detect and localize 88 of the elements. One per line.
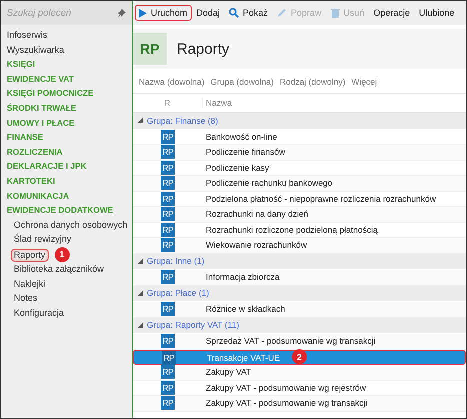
report-name: Podliczenie kasy	[205, 162, 270, 173]
expand-triangle-icon[interactable]	[138, 258, 143, 264]
report-name: Rozrachunki na dany dzień	[205, 209, 309, 220]
report-row[interactable]: RP Zakupy VAT	[133, 365, 466, 380]
group-label: Grupa: Płace (1)	[147, 288, 210, 298]
report-name: Zakupy VAT - podsumowanie wg transakcji	[205, 398, 368, 408]
pin-icon[interactable]	[118, 8, 126, 18]
report-name: Transakcje VAT-UE	[206, 352, 280, 362]
filter-link[interactable]: Więcej	[352, 77, 378, 87]
report-name: Wiekowanie rozrachunków	[205, 240, 308, 250]
report-badge: RP	[161, 380, 175, 395]
filter-link[interactable]: Nazwa (dowolna)	[139, 77, 205, 87]
group-row[interactable]: Grupa: Inne (1)	[133, 254, 466, 270]
report-badge: RP	[161, 160, 175, 175]
report-row[interactable]: RP Różnice w składkach	[133, 302, 466, 318]
expand-triangle-icon[interactable]	[138, 322, 143, 328]
report-row[interactable]: RP Transakcje VAT-UE 2	[133, 350, 466, 365]
report-name: Podliczenie finansów	[205, 147, 286, 158]
sidebar-item[interactable]: Ochrona danych osobowych	[11, 218, 131, 232]
sidebar-item[interactable]: Konfiguracja	[11, 306, 68, 321]
report-badge: RP	[161, 334, 175, 348]
report-row[interactable]: RP Informacja zbiorcza	[133, 270, 466, 286]
sidebar-item[interactable]: Ślad rewizyjny	[11, 233, 75, 247]
sidebar-item[interactable]: Raporty	[11, 248, 49, 262]
toolbar-button[interactable]: Ulubione	[415, 5, 459, 21]
sidebar-item[interactable]: Wyszukiwarka	[4, 44, 68, 58]
report-name: Bankowość on-line	[205, 132, 278, 142]
filter-link[interactable]: Rodzaj (dowolny)	[280, 77, 346, 87]
report-row[interactable]: RP Wiekowanie rozrachunków	[133, 238, 466, 254]
search-icon	[229, 8, 240, 18]
report-badge: RP	[161, 222, 175, 237]
sidebar-item[interactable]: Notes	[11, 292, 41, 306]
report-row[interactable]: RP Zakupy VAT - podsumowanie wg rejestrów	[133, 380, 466, 396]
report-badge: RP	[161, 145, 175, 160]
report-row[interactable]: RP Podliczenie rachunku bankowego	[133, 176, 466, 192]
group-label: Grupa: Raporty VAT (11)	[147, 320, 240, 330]
report-badge: RP	[162, 350, 176, 364]
report-badge: RP	[161, 302, 175, 316]
expand-triangle-icon[interactable]	[138, 118, 143, 124]
module-badge: RP	[133, 33, 167, 65]
report-badge: RP	[161, 207, 175, 222]
report-row[interactable]: RP Zakupy VAT - podsumowanie wg transakcji	[133, 396, 466, 412]
group-row[interactable]: Grupa: Płace (1)	[133, 286, 466, 302]
report-badge: RP	[161, 192, 175, 206]
pencil-icon	[277, 8, 288, 18]
report-row[interactable]: RP Podzielona płatność - niepoprawne rozliczenia rozrachunków	[133, 192, 466, 207]
play-icon	[139, 8, 147, 18]
report-row[interactable]: RP Rozrachunki na dany dzień	[133, 207, 466, 222]
callout-badge: 1	[54, 247, 70, 262]
group-label: Grupa: Finanse (8)	[147, 116, 218, 126]
expand-triangle-icon[interactable]	[138, 290, 143, 296]
report-badge: RP	[161, 365, 175, 380]
sidebar-item[interactable]: Infoserwis	[4, 29, 51, 43]
report-name: Rozrachunki rozliczone podzieloną płatnością	[205, 224, 378, 235]
column-header[interactable]: Nazwa	[203, 98, 466, 108]
report-row[interactable]: RP Bankowość on-line	[133, 130, 466, 145]
sidebar-item[interactable]: Biblioteka załączników	[11, 263, 108, 277]
report-badge: RP	[161, 270, 175, 284]
report-row[interactable]: RP Sprzedaż VAT - podsumowanie wg transakcji	[133, 334, 466, 350]
toolbar-button[interactable]: Pokaż	[225, 5, 272, 21]
report-badge: RP	[161, 238, 175, 252]
trash-icon	[330, 8, 340, 18]
report-row[interactable]: RP Rozrachunki rozliczone podzieloną płatnością	[133, 222, 466, 238]
group-label: Grupa: Inne (1)	[147, 256, 205, 266]
column-header[interactable]: R	[133, 98, 203, 108]
report-name: Informacja zbiorcza	[205, 272, 280, 282]
page-title: Raporty	[177, 40, 230, 58]
sidebar-item[interactable]: Naklejki	[11, 278, 49, 292]
search-input[interactable]: Szukaj poleceń	[7, 8, 107, 18]
group-row[interactable]: Grupa: Raporty VAT (11)	[133, 318, 466, 334]
group-row[interactable]: Grupa: Finanse (8)	[133, 113, 466, 130]
report-badge: RP	[161, 176, 175, 190]
report-name: Zakupy VAT - podsumowanie wg rejestrów	[205, 382, 366, 393]
report-row[interactable]: RP Podliczenie finansów	[133, 145, 466, 160]
report-name: Podliczenie rachunku bankowego	[205, 178, 333, 188]
toolbar-button[interactable]: Operacje	[370, 5, 414, 21]
search-field[interactable]: Szukaj poleceń	[1, 1, 132, 25]
report-name: Zakupy VAT	[205, 367, 252, 378]
report-badge: RP	[161, 130, 175, 144]
report-badge: RP	[161, 396, 175, 410]
report-name: Sprzedaż VAT - podsumowanie wg transakcji	[205, 336, 376, 346]
toolbar-button[interactable]: Dodaj	[192, 5, 224, 21]
toolbar-button[interactable]: Uruchom	[135, 5, 192, 21]
filter-link[interactable]: Grupa (dowolna)	[210, 77, 274, 87]
report-row[interactable]: RP Podliczenie kasy	[133, 160, 466, 176]
report-name: Różnice w składkach	[205, 304, 286, 314]
report-name: Podzielona płatność - niepoprawne rozliczenia rozrachunków	[205, 194, 436, 204]
callout-badge: 2	[292, 350, 307, 365]
